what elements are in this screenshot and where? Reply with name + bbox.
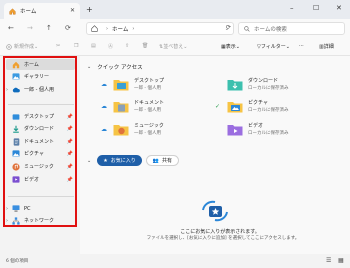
up-button[interactable]: ↑ xyxy=(46,24,52,32)
download-icon xyxy=(12,125,20,133)
pin-icon[interactable]: 📌 xyxy=(67,139,73,145)
refresh-icon[interactable]: ⟳ xyxy=(65,24,71,32)
back-button[interactable]: ← xyxy=(8,24,14,32)
pin-icon[interactable]: 📌 xyxy=(67,151,73,157)
sidebar-item-home[interactable]: ホーム xyxy=(6,59,75,70)
quick-access-item[interactable]: ☁ ドキュメント 一郎 - 個人用 xyxy=(101,97,213,115)
sidebar-item-gallery[interactable]: ギャラリー xyxy=(6,71,75,82)
onedrive-cloud-icon xyxy=(12,86,20,94)
cloud-status-icon: ☁ xyxy=(101,125,107,133)
sidebar-divider xyxy=(8,104,74,105)
home-icon xyxy=(12,61,20,69)
minimize-button[interactable]: – xyxy=(290,4,294,12)
videos-folder-icon xyxy=(227,123,243,136)
navigation-bar: ← → ↑ ⟳ › ホーム › ⌄ ⟳ ホームの検索 xyxy=(0,19,350,39)
quick-access-item[interactable]: ☁ デスクトップ 一郎 - 個人用 xyxy=(101,75,213,93)
favorites-shared-tabs: ⌄ ★ お気に入り 👥 共有 xyxy=(87,155,183,166)
pin-icon[interactable]: 📌 xyxy=(67,164,73,170)
pictures-icon xyxy=(12,150,20,158)
quick-access-item[interactable]: ✓ ピクチャ ローカルに保存済み xyxy=(215,97,327,115)
favorites-empty-icon xyxy=(199,198,231,224)
collapse-caret-icon[interactable]: ⌄ xyxy=(87,64,91,70)
sidebar-divider xyxy=(8,196,74,197)
status-bar: 6 個の項目 ☰ ▦ xyxy=(0,254,350,268)
tab-shared[interactable]: 👥 共有 xyxy=(145,155,179,166)
sidebar-item-network[interactable]: › ネットワーク xyxy=(6,215,75,226)
address-refresh-icon[interactable]: ⟳ xyxy=(226,24,231,31)
quick-access-item[interactable]: ダウンロード ローカルに保存済み xyxy=(215,75,327,93)
desktop-folder-icon xyxy=(113,78,129,91)
quick-access-item[interactable]: ビデオ ローカルに保存済み xyxy=(215,120,327,138)
close-window-button[interactable]: ✕ xyxy=(336,4,342,12)
music-folder-icon xyxy=(113,123,129,136)
music-icon xyxy=(12,162,20,171)
synced-check-icon: ✓ xyxy=(215,102,221,110)
quick-access-item[interactable]: ☁ ミュージック 一郎 - 個人用 xyxy=(101,120,213,138)
rename-icon[interactable]: Ⓐ xyxy=(108,43,113,50)
pin-icon[interactable]: 📌 xyxy=(67,126,73,132)
delete-icon[interactable]: 🗑 xyxy=(142,43,148,49)
more-options-icon[interactable]: ··· xyxy=(299,43,304,49)
tab-favorites[interactable]: ★ お気に入り xyxy=(97,155,142,166)
home-outline-icon xyxy=(91,25,98,32)
details-view-icon[interactable]: ☰ xyxy=(326,257,331,264)
item-count: 6 個の項目 xyxy=(6,259,29,264)
copy-icon[interactable]: ❐ xyxy=(74,43,78,49)
sidebar-item-downloads[interactable]: ダウンロード 📌 xyxy=(6,123,75,134)
network-icon xyxy=(12,216,20,225)
tab-close-icon[interactable]: ✕ xyxy=(70,7,75,14)
view-button[interactable]: ▦ 表示 ⌄ xyxy=(221,43,240,51)
tab-title: ホーム xyxy=(20,9,37,15)
search-placeholder: ホームの検索 xyxy=(254,26,287,33)
gallery-icon xyxy=(12,73,20,81)
quick-access-header[interactable]: ⌄ クイック アクセス xyxy=(87,63,143,71)
downloads-folder-icon xyxy=(227,78,243,91)
search-icon xyxy=(244,25,250,32)
details-button[interactable]: ▥ 詳細 xyxy=(319,43,334,51)
breadcrumb-home[interactable]: ホーム xyxy=(112,25,128,33)
sidebar-item-videos[interactable]: ビデオ 📌 xyxy=(6,174,75,185)
address-bar[interactable]: › ホーム › ⌄ xyxy=(86,22,234,35)
collapse-caret-icon[interactable]: ⌄ xyxy=(87,158,91,164)
command-bar: 新規作成 ⌄ ✂ ❐ ▤ Ⓐ ⇪ 🗑 ⇅ 並べ替え ⌄ ▦ 表示 ⌄ ▽ フィル… xyxy=(0,39,350,56)
pictures-folder-icon xyxy=(227,100,243,113)
cloud-status-icon: ☁ xyxy=(101,102,107,110)
document-icon xyxy=(12,137,20,146)
file-explorer-window: ホーム ✕ + – ☐ ✕ ← → ↑ ⟳ › ホーム › ⌄ ⟳ ホームの検索 xyxy=(0,0,350,268)
home-icon xyxy=(9,7,16,15)
video-icon xyxy=(12,176,20,184)
new-button[interactable]: 新規作成 ⌄ xyxy=(6,43,38,50)
breadcrumb-chevron-icon: › xyxy=(132,25,135,32)
tiles-view-icon[interactable]: ▦ xyxy=(338,257,344,264)
breadcrumb-chevron-icon: › xyxy=(106,25,108,32)
maximize-button[interactable]: ☐ xyxy=(313,4,319,12)
forward-button[interactable]: → xyxy=(27,24,33,32)
cut-icon[interactable]: ✂ xyxy=(56,43,60,49)
new-tab-button[interactable]: + xyxy=(86,5,93,14)
cloud-status-icon: ☁ xyxy=(101,80,107,88)
paste-icon[interactable]: ▤ xyxy=(91,43,96,49)
sidebar-item-documents[interactable]: ドキュメント 📌 xyxy=(6,136,75,147)
tab-home[interactable]: ホーム ✕ xyxy=(4,3,80,19)
title-bar: ホーム ✕ + – ☐ ✕ xyxy=(0,0,350,19)
pin-icon[interactable]: 📌 xyxy=(67,114,73,120)
filter-button[interactable]: ▽ フィルター ⌄ xyxy=(257,43,290,51)
documents-folder-icon xyxy=(113,100,129,113)
empty-state-hint: ファイルを選択し、[お気に入りに追加] を選択してここにアクセスします。 xyxy=(146,236,300,241)
share-icon[interactable]: ⇪ xyxy=(125,43,129,49)
pc-icon xyxy=(12,205,20,213)
sidebar-item-pictures[interactable]: ピクチャ 📌 xyxy=(6,148,75,159)
sidebar-item-music[interactable]: ミュージック 📌 xyxy=(6,161,75,172)
sort-button[interactable]: ⇅ 並べ替え ⌄ xyxy=(159,43,187,51)
desktop-icon xyxy=(12,113,20,121)
sidebar-item-desktop[interactable]: デスクトップ 📌 xyxy=(6,111,75,122)
sidebar-item-pc[interactable]: › PC xyxy=(6,203,75,214)
pin-icon[interactable]: 📌 xyxy=(67,177,73,183)
search-box[interactable]: ホームの検索 xyxy=(238,22,345,35)
sidebar-item-onedrive[interactable]: › 一郎 - 個人用 xyxy=(6,84,75,95)
empty-state-title: ここにお気に入りが表示されます。 xyxy=(180,229,260,235)
